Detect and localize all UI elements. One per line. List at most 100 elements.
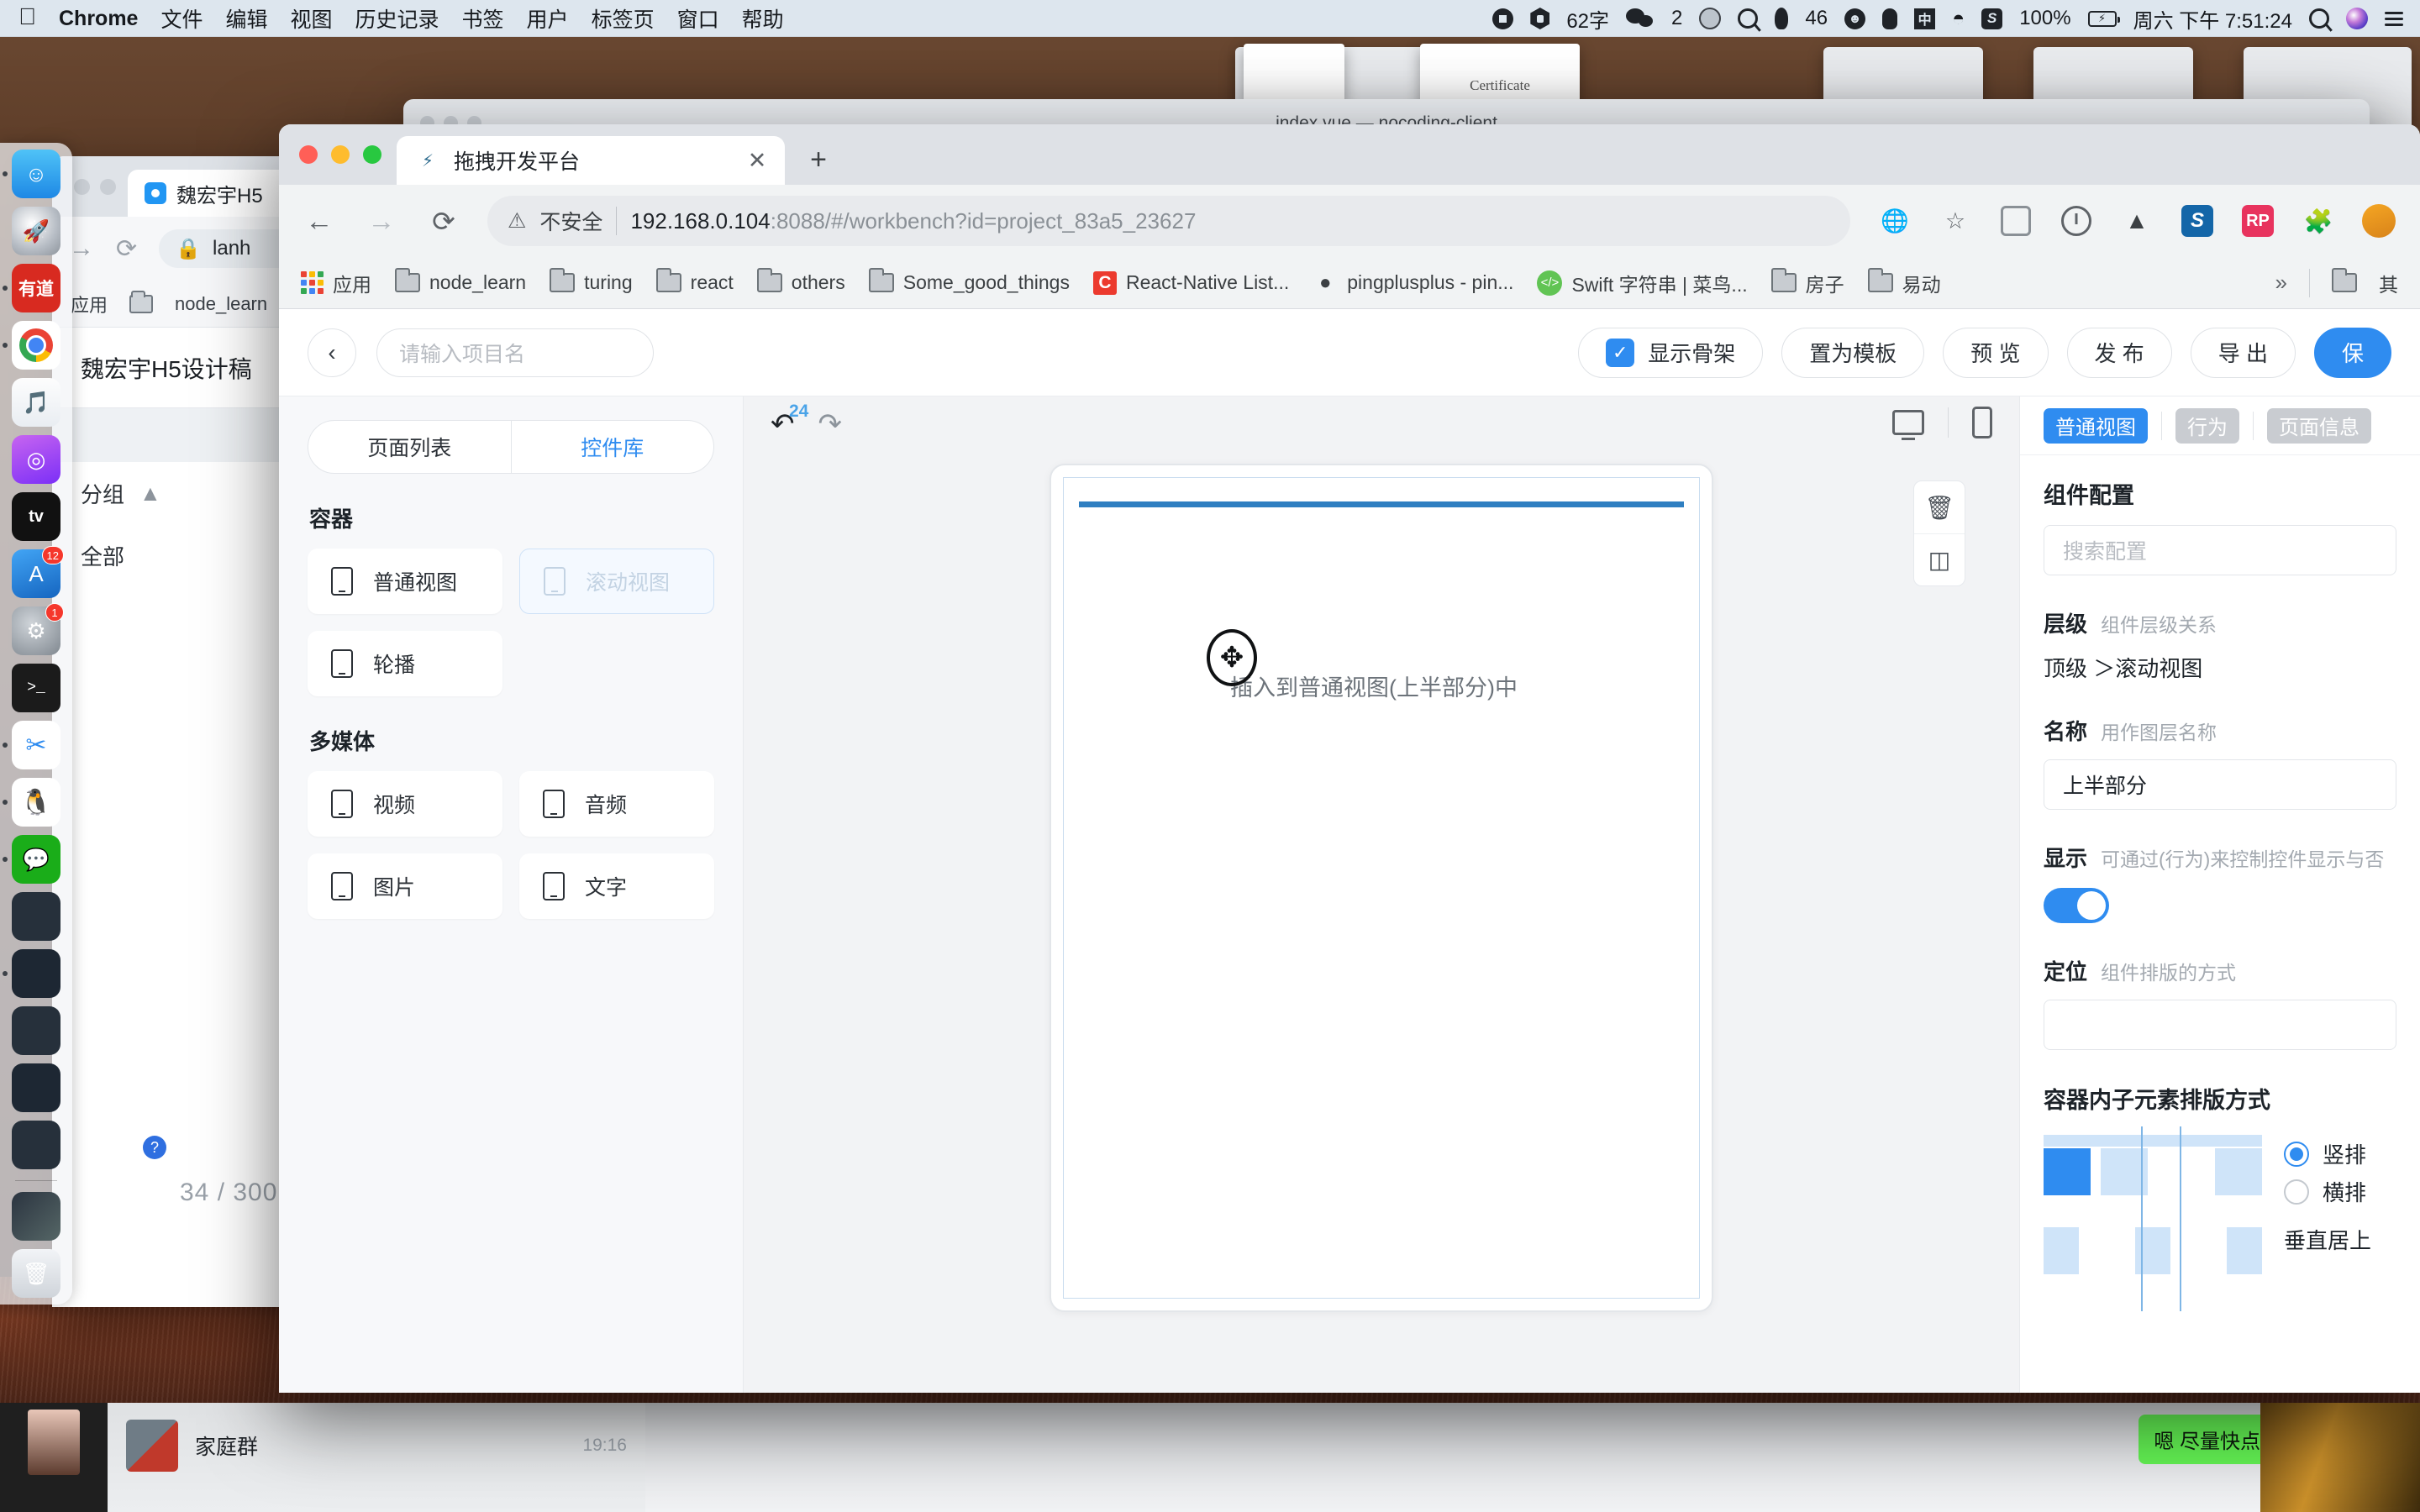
address-bar[interactable]: ⚠ 不安全 192.168.0.104:8088/#/workbench?id=… — [487, 196, 1850, 246]
extension-rp-icon[interactable]: RP — [2238, 202, 2277, 240]
field-value-level[interactable]: 顶级 ＞滚动视图 — [2044, 652, 2396, 683]
project-name-input[interactable]: 请输入项目名 — [376, 328, 654, 377]
toolbar-right-icons[interactable]: 🌐 ☆ ▲ S RP 🧩 — [1876, 202, 2398, 240]
dock-item-app-18[interactable] — [12, 1121, 60, 1169]
reload-icon[interactable]: ⟳ — [425, 202, 462, 239]
bookmarks-overflow[interactable]: » 其 — [2275, 268, 2398, 297]
wechat-conversation-list[interactable]: 家庭群 19:16 — [108, 1403, 645, 1512]
dock-item-wechat[interactable]: 💬 — [3, 835, 60, 884]
layout-direction-radios[interactable]: 竖排 横排 垂直居上 — [2284, 1135, 2371, 1255]
menu-item-bookmarks[interactable]: 书签 — [462, 3, 504, 34]
dock-item-trash[interactable]: 🗑 — [12, 1249, 60, 1298]
bookmark-swift-runoob[interactable]: </> Swift 字符串 | 菜鸟... — [1537, 269, 1748, 297]
delete-tool-icon[interactable]: 🗑 — [1914, 481, 1965, 533]
extension-box-icon[interactable] — [1996, 202, 2035, 240]
preview-button[interactable]: 预 览 — [1943, 327, 2049, 378]
dock-item-system-preferences[interactable]: ⚙ 1 — [12, 603, 64, 655]
export-button[interactable]: 导 出 — [2190, 327, 2296, 378]
extension-adblock-icon[interactable]: ▲ — [2118, 202, 2156, 240]
background-bookmark-apps[interactable]: 应用 — [71, 291, 108, 318]
user-icon[interactable] — [1775, 8, 1789, 29]
dock-item-youdao[interactable]: 有道 — [3, 264, 60, 312]
dock-item-app-14[interactable] — [12, 892, 60, 941]
dock-item-app-16[interactable] — [12, 1006, 60, 1055]
menu-app-name[interactable]: Chrome — [59, 7, 138, 31]
menu-item-file[interactable]: 文件 — [160, 3, 203, 34]
wifi-icon[interactable]: ◓ — [1952, 7, 1965, 31]
control-center-icon[interactable] — [2385, 11, 2403, 26]
menu-bar-clock[interactable]: 周六 下午 7:51:24 — [2133, 4, 2292, 34]
wechat-sidebar[interactable] — [0, 1403, 108, 1512]
cloud-app-icon[interactable] — [1699, 8, 1722, 29]
menu-item-tab[interactable]: 标签页 — [592, 3, 655, 34]
dock-item-launchpad[interactable]: 🚀 — [12, 207, 60, 255]
component-normal-view[interactable]: 普通视图 — [308, 549, 502, 614]
new-tab-button[interactable]: + — [797, 138, 840, 181]
battery-percent[interactable]: 100% — [2019, 7, 2070, 30]
phone-preview-screen[interactable]: 插入到普通视图(上半部分)中 ✥ — [1063, 477, 1700, 1299]
radio-unselected-icon[interactable] — [2284, 1179, 2309, 1205]
spotlight-icon[interactable] — [2309, 8, 2329, 29]
emoji-icon[interactable]: ☻ — [1844, 8, 1866, 29]
chrome-browser-window[interactable]: ⚡ 拖拽开发平台 ✕ + ← → ⟳ ⚠ 不安全 192.168.0.104:8… — [279, 124, 2420, 1393]
tab-widget-library[interactable]: 控件库 — [512, 421, 714, 473]
component-image[interactable]: 图片 — [308, 853, 502, 919]
bookmark-others[interactable]: others — [756, 268, 845, 294]
battery-icon[interactable]: ⚡ — [2087, 10, 2120, 27]
dock-item-terminal[interactable]: >_ — [12, 664, 60, 712]
wechat-unread-count[interactable]: 2 — [1671, 7, 1682, 30]
maximize-window-button[interactable] — [363, 145, 381, 164]
back-button[interactable]: ‹ — [308, 328, 356, 377]
macos-dock[interactable]: ☺ 🚀 有道 🎵 ◎ tv A 12 ⚙ 1 >_ ✂ 🐧 💬 🗑 — [0, 143, 72, 1305]
tab-page-list[interactable]: 页面列表 — [308, 421, 511, 473]
search-menu-icon[interactable] — [1738, 8, 1759, 29]
wechat-avatar[interactable] — [28, 1410, 80, 1475]
dock-item-app-15[interactable] — [3, 949, 60, 998]
tab-page-info[interactable]: 页面信息 — [2267, 407, 2371, 444]
tab-behavior[interactable]: 行为 — [2175, 407, 2239, 444]
bookmark-turing[interactable]: turing — [550, 268, 633, 294]
position-select[interactable] — [2044, 1000, 2396, 1050]
dock-item-app-store[interactable]: A 12 — [12, 546, 64, 598]
dock-item-minimized-window[interactable] — [12, 1192, 60, 1241]
close-tab-icon[interactable]: ✕ — [743, 146, 771, 175]
menu-item-help[interactable]: 帮助 — [742, 3, 784, 34]
tab-normal-view[interactable]: 普通视图 — [2044, 407, 2148, 444]
dock-item-vscode[interactable]: ✂ — [3, 721, 60, 769]
dock-item-music[interactable]: 🎵 — [12, 378, 60, 427]
display-toggle-switch[interactable] — [2044, 888, 2109, 923]
device-toggle[interactable] — [1892, 407, 1992, 438]
background-reload-icon[interactable]: ⟳ — [116, 234, 137, 264]
vertical-align-label[interactable]: 垂直居上 — [2284, 1214, 2371, 1255]
close-window-button[interactable] — [299, 145, 318, 164]
menu-bar-left[interactable]:  Chrome 文件 编辑 视图 历史记录 书签 用户 标签页 窗口 帮助 — [0, 3, 784, 34]
help-badge-icon[interactable]: ? — [143, 1136, 166, 1159]
bookmarks-overflow-icon[interactable]: » — [2275, 270, 2287, 296]
component-scroll-view[interactable]: 滚动视图 — [519, 549, 714, 614]
menu-item-view[interactable]: 视图 — [291, 3, 333, 34]
layout-diagram[interactable] — [2044, 1126, 2263, 1311]
wechat-icon[interactable] — [1626, 8, 1655, 29]
dock-item-app-17[interactable] — [12, 1063, 60, 1112]
canvas-stage[interactable]: 插入到普通视图(上半部分)中 ✥ 🗑 ◫ — [744, 452, 2019, 1393]
extensions-puzzle-icon[interactable]: 🧩 — [2299, 202, 2338, 240]
set-as-template-button[interactable]: 置为模板 — [1781, 327, 1925, 378]
component-audio[interactable]: 音频 — [519, 771, 714, 837]
back-icon[interactable]: ← — [301, 202, 338, 239]
monitor-icon[interactable] — [1892, 410, 1924, 435]
browser-tab[interactable]: ⚡ 拖拽开发平台 ✕ — [397, 136, 785, 185]
save-button[interactable]: 保 — [2313, 327, 2391, 378]
word-count-status[interactable]: 62字 — [1566, 4, 1609, 34]
component-video[interactable]: 视频 — [308, 771, 502, 837]
checkbox-checked-icon[interactable]: ✓ — [1606, 338, 1635, 367]
sogou-icon[interactable]: S — [1981, 8, 2003, 29]
shield-app-icon[interactable] — [1530, 8, 1550, 29]
wechat-window[interactable]: 家庭群 19:16 嗯 尽量快点 — [0, 1403, 2420, 1512]
menu-item-history[interactable]: 历史记录 — [355, 3, 439, 34]
radio-selected-icon[interactable] — [2284, 1141, 2309, 1167]
header-actions[interactable]: ✓ 显示骨架 置为模板 预 览 发 布 导 出 保 — [1578, 327, 2391, 378]
component-text[interactable]: 文字 — [519, 853, 714, 919]
redo-arrow-icon[interactable]: ↷ — [818, 410, 843, 438]
dock-item-qq[interactable]: 🐧 — [3, 778, 60, 827]
screen-recording-icon[interactable] — [1492, 8, 1514, 29]
